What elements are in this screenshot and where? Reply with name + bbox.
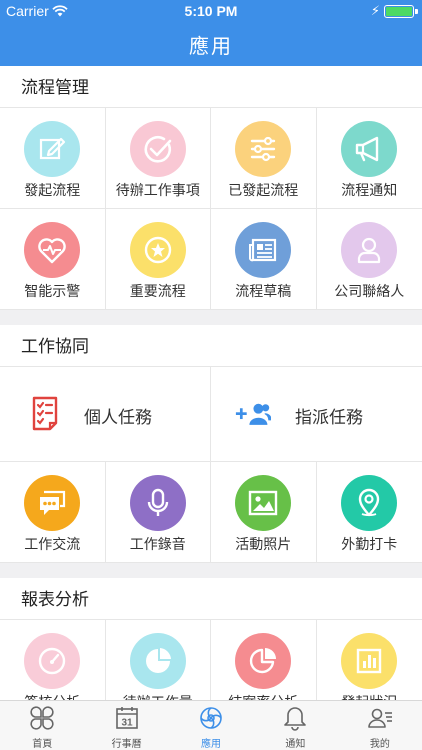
gauge-icon [24,633,81,689]
pie-slice-icon [235,633,292,689]
personal-tasks-label: 個人任務 [84,408,152,427]
section-title-reports: 報表分析 [0,578,422,620]
app-work-chat[interactable]: 工作交流 [0,462,106,563]
image-icon [235,475,292,531]
bell-icon [284,707,307,731]
chat-icon [24,475,81,531]
pie-chart-icon [129,633,186,689]
app-label: 工作錄音 [129,536,186,552]
app-process-drafts[interactable]: 流程草稿 [211,209,317,310]
microphone-icon [129,475,186,531]
app-work-recording[interactable]: 工作錄音 [105,462,211,563]
app-process-notice[interactable]: 流程通知 [316,108,422,209]
app-label: 工作交流 [24,536,81,552]
section-reports: 報表分析 簽核分析 待辦工作量 結案率分析 [0,578,422,700]
section-title-process: 流程管理 [0,66,422,108]
edit-icon [24,121,81,177]
newspaper-icon [235,222,292,278]
app-label: 發起狀況 [317,692,422,700]
app-label: 結案率分析 [211,692,316,700]
main-content[interactable]: 流程管理 發起流程 待辦工作事項 已發起流程 流程通知 智能示警 重要流程 流程… [0,66,422,700]
tab-notifications[interactable]: 通知 [253,701,337,750]
app-label: 智能示警 [24,283,81,299]
location-pin-icon [341,475,398,531]
status-bar: Carrier 5:10 PM ⚡ [0,0,422,22]
charging-icon: ⚡ [370,3,380,18]
app-todo-workload[interactable]: 待辦工作量 [106,620,211,700]
sliders-icon [235,121,292,177]
app-header: Carrier 5:10 PM ⚡ 應用 [0,0,422,66]
section-process: 流程管理 發起流程 待辦工作事項 已發起流程 流程通知 智能示警 重要流程 流程… [0,66,422,310]
person-icon [341,222,398,278]
app-start-process[interactable]: 發起流程 [0,108,106,209]
app-label: 已發起流程 [228,182,299,198]
tab-bar: 首頁 31 行事曆 應用 通知 我的 [0,700,422,750]
section-collab: 工作協同 個人任務 指派任務 工作交流 工作錄音 活動照片 外勤打卡 [0,325,422,563]
personal-tasks-button[interactable]: 個人任務 [0,367,211,461]
app-label: 待辦工作事項 [115,182,200,198]
app-field-checkin[interactable]: 外勤打卡 [316,462,422,563]
page-title: 應用 [189,36,233,58]
tab-label: 應用 [201,739,222,750]
status-time: 5:10 PM [184,3,238,19]
app-label: 公司聯絡人 [334,283,405,299]
tab-apps[interactable]: 應用 [169,701,253,750]
app-company-contacts[interactable]: 公司聯絡人 [316,209,422,310]
app-closure-rate[interactable]: 結案率分析 [211,620,317,700]
megaphone-icon [341,121,398,177]
check-circle-icon [129,121,186,177]
battery-icon [384,5,418,18]
app-label: 外勤打卡 [341,536,398,552]
bar-chart-icon [341,633,398,689]
app-label: 待辦工作量 [106,692,211,700]
assign-tasks-button[interactable]: 指派任務 [211,367,422,461]
tab-home[interactable]: 首頁 [0,701,84,750]
tab-me[interactable]: 我的 [338,701,422,750]
app-label: 發起流程 [24,182,81,198]
star-badge-icon [129,222,186,278]
app-signoff-analysis[interactable]: 簽核分析 [0,620,106,700]
app-label: 簽核分析 [0,692,105,700]
clover-icon [30,706,54,730]
app-label: 流程草稿 [235,283,292,299]
app-smart-alert[interactable]: 智能示警 [0,209,106,310]
profile-list-icon [368,708,392,728]
tab-label: 首頁 [32,739,53,750]
app-label: 重要流程 [129,283,186,299]
app-initiation-status[interactable]: 發起狀況 [317,620,422,700]
section-title-collab: 工作協同 [0,325,422,367]
calendar-day: 31 [121,718,133,729]
apps-swirl-icon [200,707,222,729]
tab-calendar[interactable]: 31 行事曆 [84,701,168,750]
tab-label: 行事曆 [111,739,142,750]
app-activity-photos[interactable]: 活動照片 [211,462,317,563]
tab-label: 通知 [285,739,306,750]
app-label: 活動照片 [235,536,292,552]
app-label: 流程通知 [341,182,398,198]
heart-pulse-icon [24,222,81,278]
tab-label: 我的 [369,739,390,750]
assign-tasks-label: 指派任務 [295,408,363,427]
checklist-icon [32,396,58,431]
add-group-icon [235,403,271,425]
calendar-icon: 31 [115,707,138,729]
app-todo-items[interactable]: 待辦工作事項 [105,108,211,209]
app-important-process[interactable]: 重要流程 [105,209,211,310]
app-started-processes[interactable]: 已發起流程 [211,108,317,209]
